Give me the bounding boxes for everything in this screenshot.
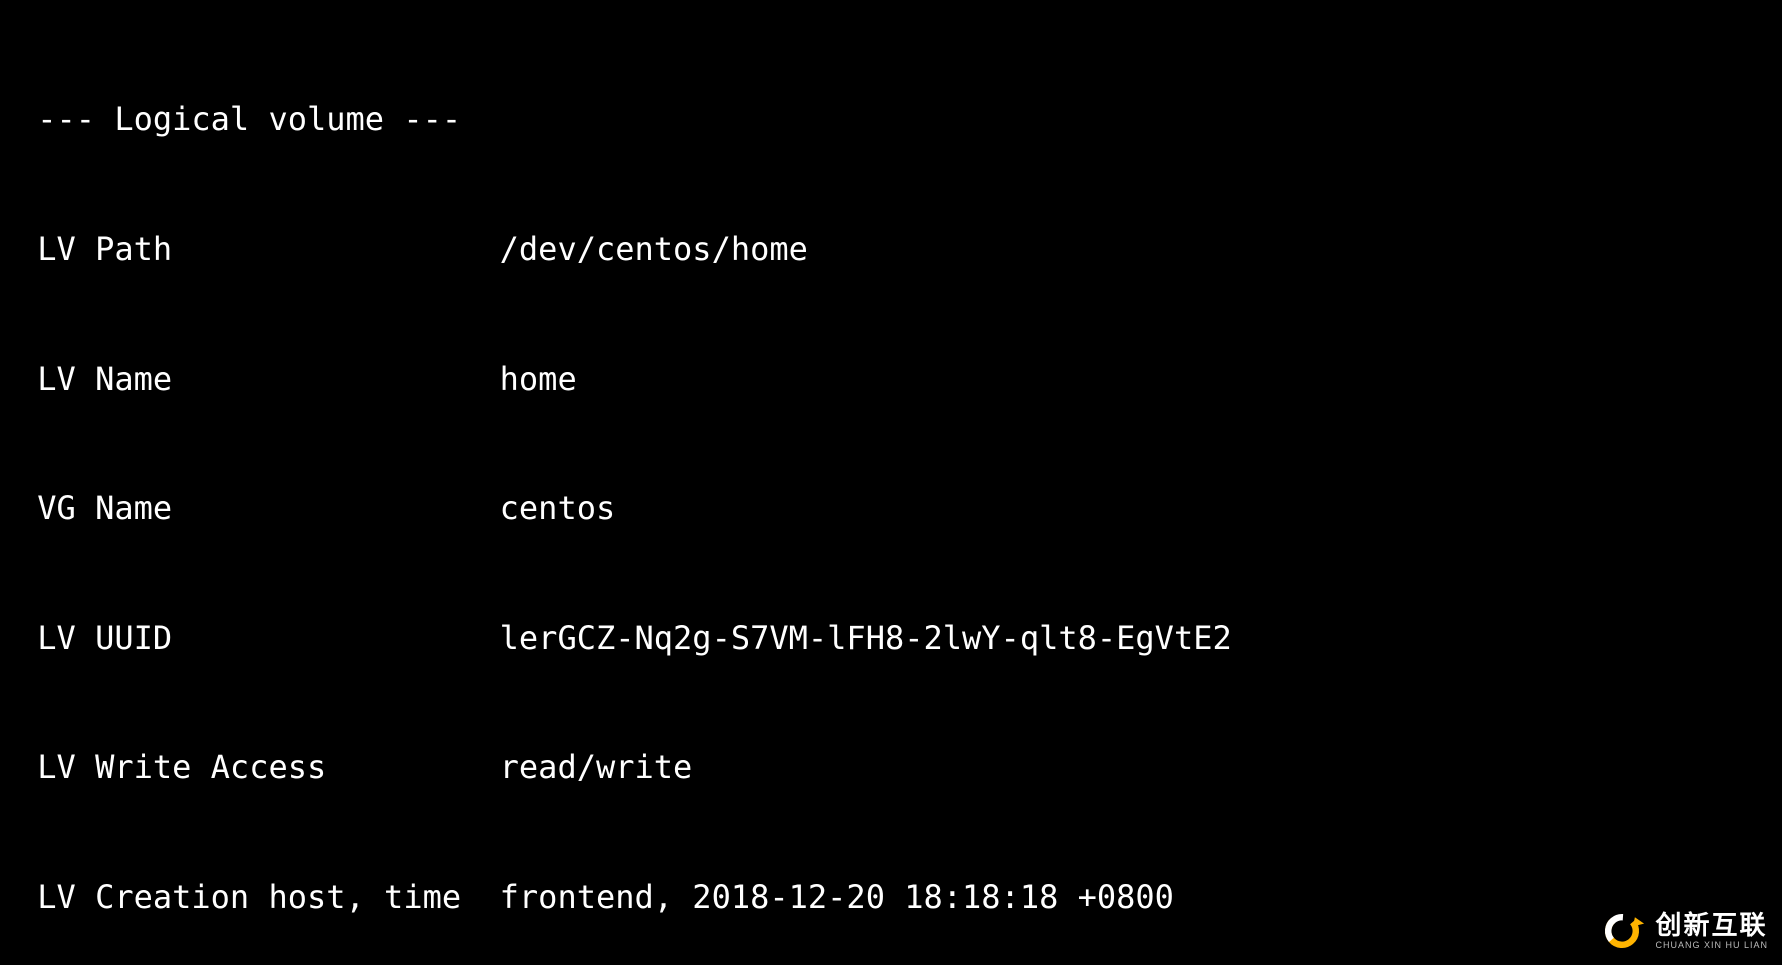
lv-row: VG Namecentos — [18, 487, 1764, 530]
lv-val: lerGCZ-Nq2g-S7VM-lFH8-2lwY-qlt8-EgVtE2 — [500, 619, 1232, 657]
lv-val: /dev/centos/home — [500, 230, 808, 268]
lv-key: LV Write Access — [37, 746, 499, 789]
terminal-output[interactable]: --- Logical volume --- LV Path/dev/cento… — [0, 0, 1782, 965]
lv-key: LV UUID — [37, 617, 499, 660]
lv-header-row: --- Logical volume --- — [18, 98, 1764, 141]
lv-val: read/write — [500, 748, 693, 786]
lv-key: LV Creation host, time — [37, 876, 499, 919]
watermark-logo-icon — [1599, 908, 1645, 954]
lv-header: --- Logical volume --- — [37, 100, 461, 138]
watermark-text: 创新互联 — [1655, 912, 1768, 938]
lv-val: frontend, 2018-12-20 18:18:18 +0800 — [500, 878, 1174, 916]
lv-row: LV Namehome — [18, 358, 1764, 401]
watermark: 创新互联 CHUANG XIN HU LIAN — [1599, 908, 1768, 954]
lv-row: LV UUIDlerGCZ-Nq2g-S7VM-lFH8-2lwY-qlt8-E… — [18, 617, 1764, 660]
lv-val: home — [500, 360, 577, 398]
lv-val: centos — [500, 489, 616, 527]
lv-row: LV Path/dev/centos/home — [18, 228, 1764, 271]
lv-key: VG Name — [37, 487, 499, 530]
watermark-subtext: CHUANG XIN HU LIAN — [1655, 941, 1768, 950]
lv-row: LV Write Accessread/write — [18, 746, 1764, 789]
lv-key: LV Path — [37, 228, 499, 271]
lv-row: LV Creation host, timefrontend, 2018-12-… — [18, 876, 1764, 919]
lv-key: LV Name — [37, 358, 499, 401]
